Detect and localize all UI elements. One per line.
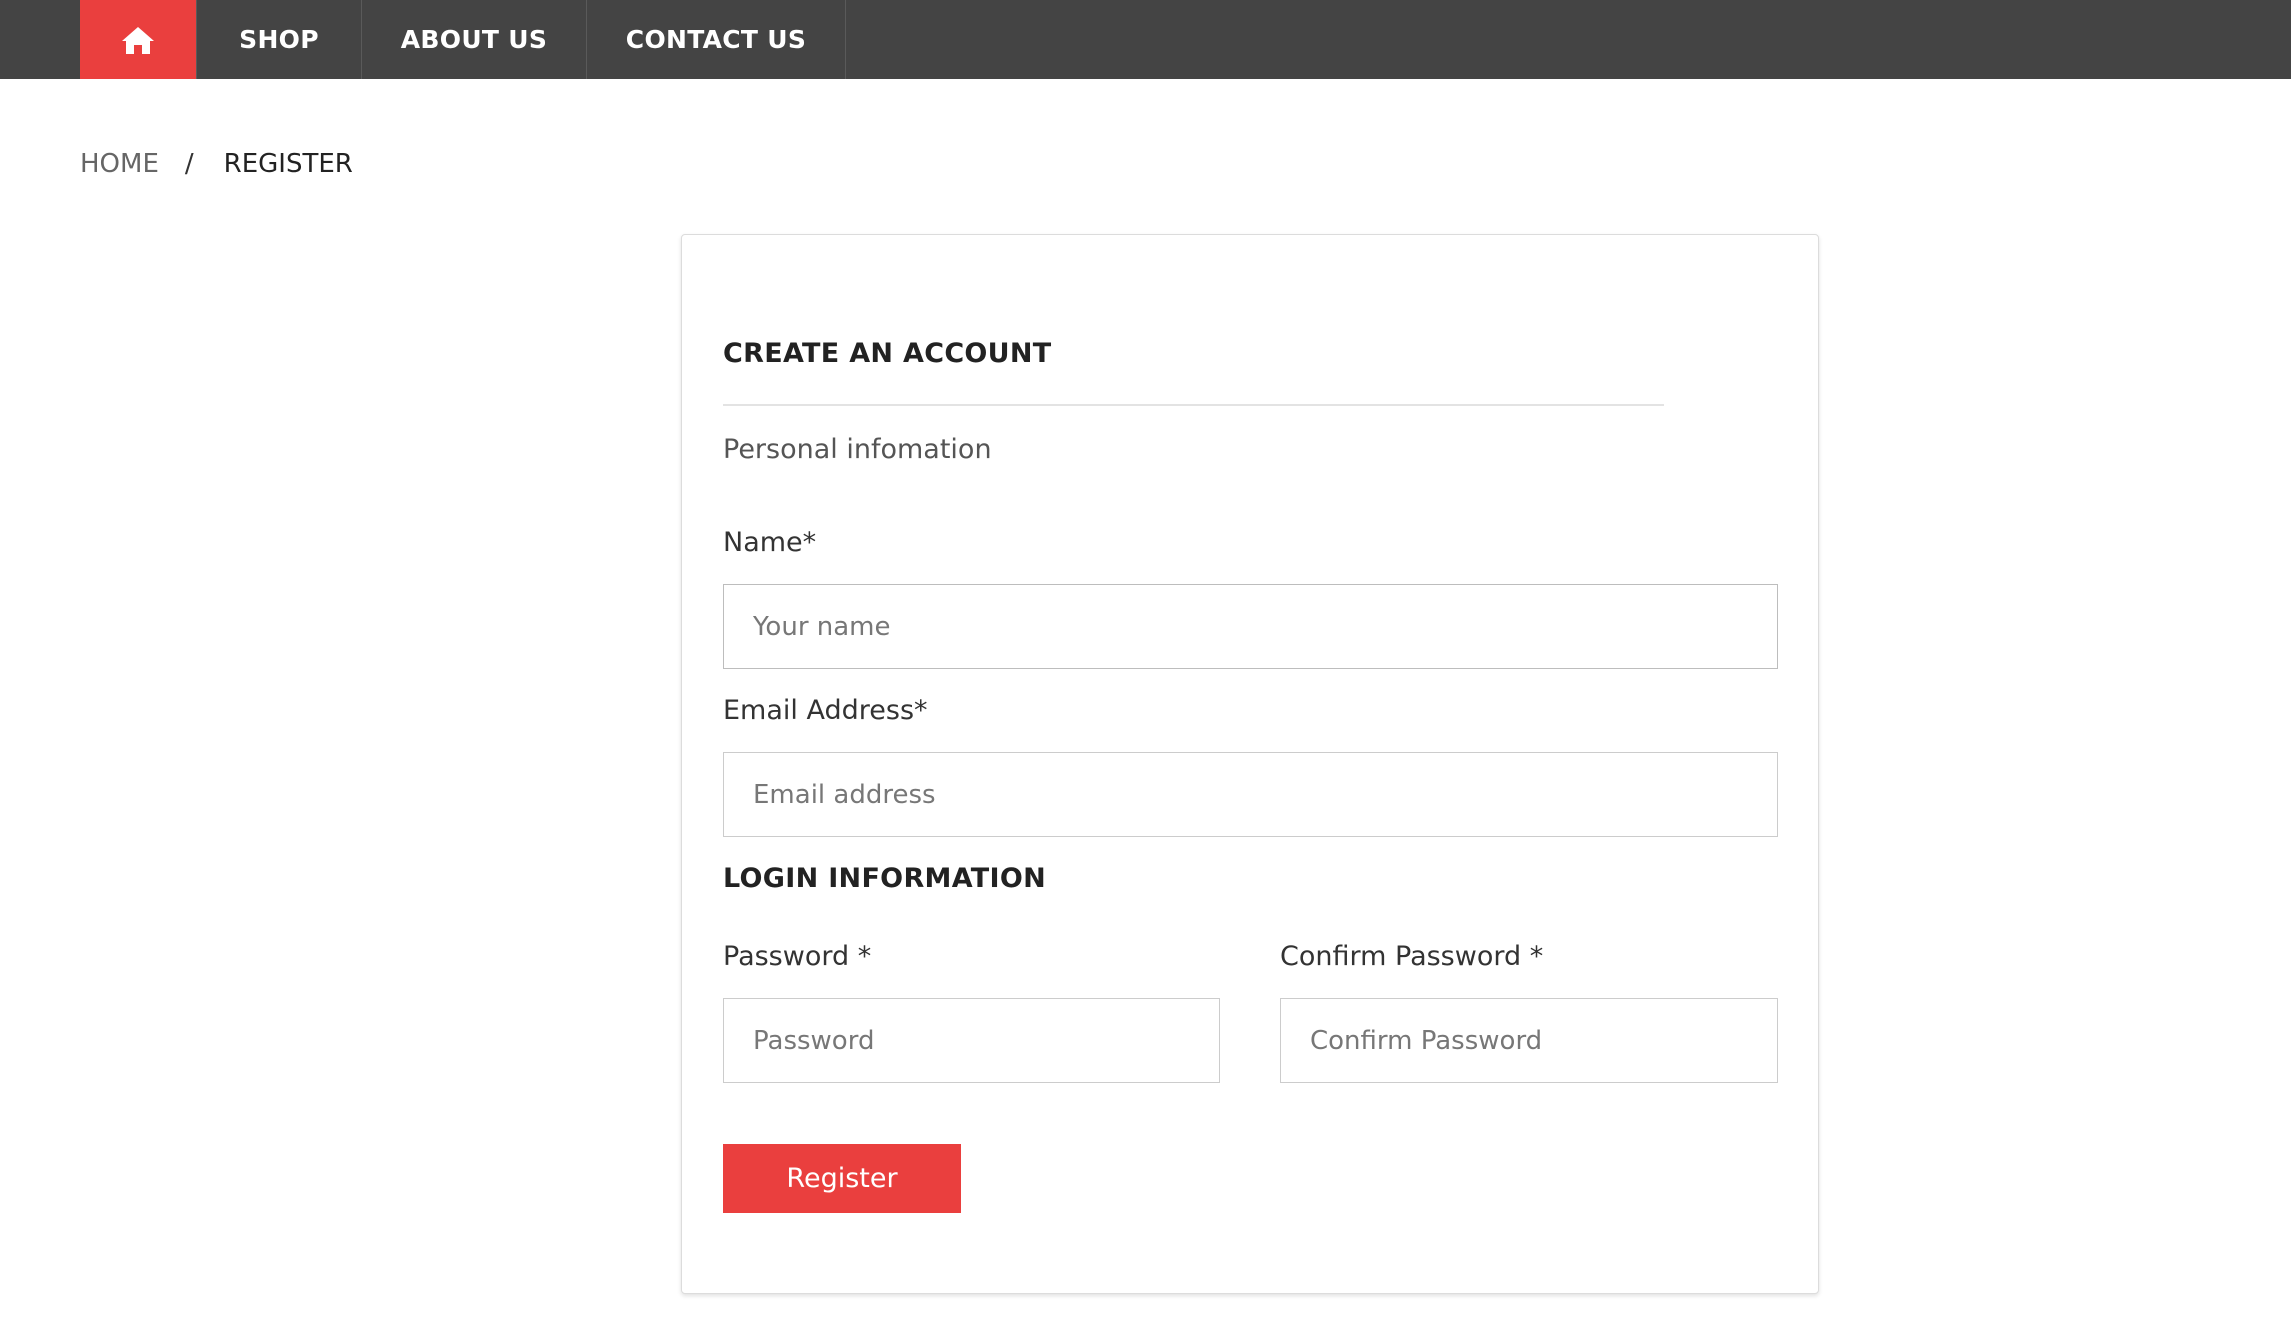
title-divider — [723, 404, 1664, 406]
breadcrumb: HOME / REGISTER — [80, 149, 353, 179]
breadcrumb-current: REGISTER — [223, 149, 353, 179]
name-input[interactable] — [723, 584, 1778, 669]
breadcrumb-separator: / — [184, 149, 194, 179]
email-label: Email Address* — [723, 695, 928, 726]
email-input[interactable] — [723, 752, 1778, 837]
name-label: Name* — [723, 527, 817, 558]
nav-home-button[interactable] — [80, 0, 196, 79]
confirm-password-input[interactable] — [1280, 998, 1778, 1083]
password-label: Password * — [723, 941, 872, 972]
form-title: CREATE AN ACCOUNT — [723, 338, 1052, 369]
top-navigation: SHOP ABOUT US CONTACT US — [0, 0, 2291, 79]
password-input[interactable] — [723, 998, 1220, 1083]
breadcrumb-home-link[interactable]: HOME — [80, 149, 159, 179]
nav-item-about-us[interactable]: ABOUT US — [362, 0, 587, 79]
home-icon — [122, 26, 154, 54]
confirm-password-label: Confirm Password * — [1280, 941, 1544, 972]
nav-item-contact-us[interactable]: CONTACT US — [587, 0, 846, 79]
register-card: CREATE AN ACCOUNT Personal infomation Na… — [681, 234, 1819, 1294]
nav-item-shop[interactable]: SHOP — [196, 0, 362, 79]
login-info-heading: LOGIN INFORMATION — [723, 863, 1047, 894]
register-button[interactable]: Register — [723, 1144, 961, 1213]
personal-info-subtitle: Personal infomation — [723, 434, 992, 465]
